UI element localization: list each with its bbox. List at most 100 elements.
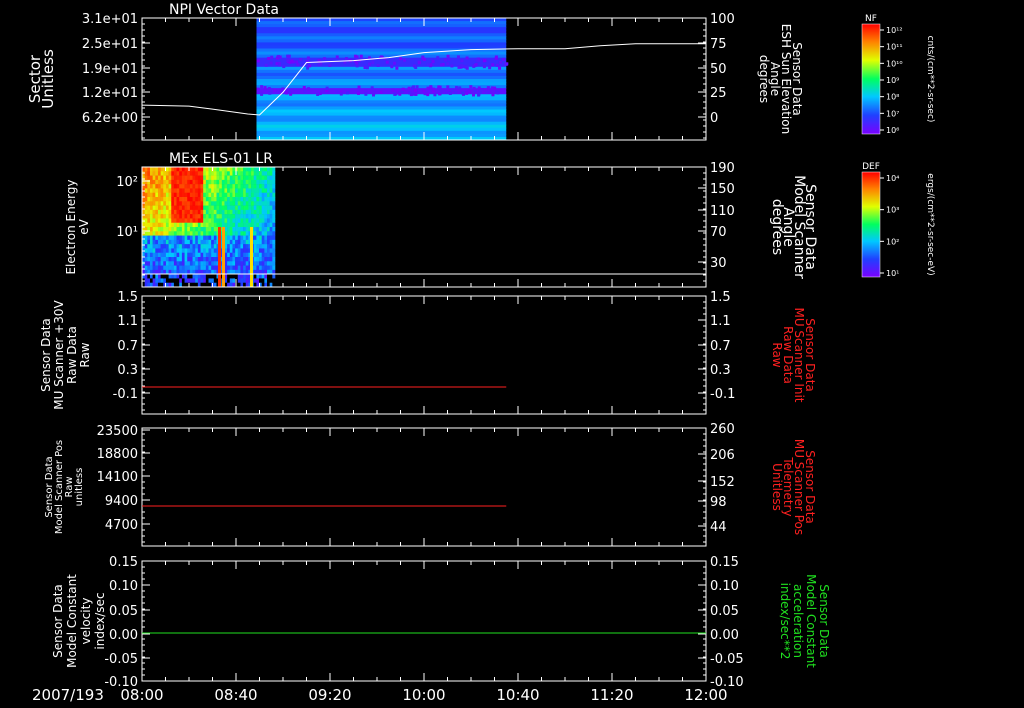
heat-cell [269,214,273,219]
heat-cell [149,244,153,249]
heat-cell [184,214,188,219]
heat-cell [155,205,159,211]
date-label: 2007/193 [32,686,104,704]
heat-cell [261,252,265,258]
heat-cell [179,201,183,206]
heat-cell [267,244,270,249]
heat-cell [147,205,151,211]
heat-cell [152,188,156,194]
heat-cell [152,214,156,219]
heat-cell [269,239,273,245]
heat-cell [189,235,193,241]
heat-cell [216,188,220,194]
heat-cell [200,167,204,172]
heat-cell [200,179,204,185]
heat-cell [269,61,273,65]
heat-cell [184,252,188,258]
heat-cell [272,265,276,271]
heat-cell [227,222,231,228]
heat-cell [211,274,215,279]
heat-cell [229,197,233,202]
heat-cell [152,257,156,262]
heat-cell [445,90,449,94]
heat-cell [498,60,502,64]
heat-cell [168,244,172,249]
heat-cell [144,235,148,241]
heat-cell [205,167,209,172]
heat-cell [269,257,273,262]
heat-cell [189,227,193,232]
heat-cell [213,197,217,202]
heat-cell [245,257,249,262]
heat-cell [248,171,252,176]
heat-cell [235,218,239,224]
heat-cell [205,188,209,194]
heat-cell [245,235,249,241]
heat-cell [176,184,180,189]
colorbar-tick-label: 10⁹ [886,76,899,85]
heat-cell [259,184,262,189]
heat-cell [195,179,199,185]
heat-cell [160,192,164,198]
heat-cell [157,175,161,181]
heat-band [256,100,507,104]
heat-cell [155,175,159,181]
y-axis-label: Unitless [39,49,57,109]
heat-cell [203,218,207,224]
heat-cell [240,175,244,181]
heat-cell [267,252,270,258]
heat-band [256,36,507,40]
heat-cell [173,257,177,262]
heat-cell [272,244,276,249]
heat-cell [192,192,196,198]
heat-cell [211,209,215,215]
heat-cell [155,235,159,241]
heat-cell [203,227,207,232]
heat-cell [155,192,159,198]
heat-cell [393,92,397,96]
y-tick-label: 0.15 [109,555,138,570]
heat-cell [184,239,188,245]
heat-cell [189,175,193,181]
heat-cell [163,261,167,266]
heat-cell [229,235,233,241]
heat-cell [155,231,159,236]
heat-cell [184,205,188,211]
heat-cell [203,209,207,215]
heat-cell [197,184,201,189]
colorbar-tick-label: 10³ [886,206,899,215]
heat-cell [240,188,244,194]
heat-cell [171,192,175,198]
heat-cell [157,171,161,176]
heat-cell [179,188,183,194]
heat-cell [149,235,153,241]
heat-cell [267,205,270,211]
heat-cell [165,261,169,266]
heat-cell [152,227,156,232]
heat-cell [157,231,161,236]
heat-cell [149,218,153,224]
y-right-tick-label: 44 [710,520,727,535]
heat-cell [248,188,252,194]
heat-cell [195,274,199,279]
heat-cell [267,278,270,284]
heat-cell [176,171,180,176]
heat-cell [157,184,161,189]
heat-cell [211,278,215,284]
heat-cell [200,197,204,202]
heat-cell [173,278,177,284]
heat-cell [171,222,175,228]
heat-cell [243,209,247,215]
heat-cell [173,235,177,241]
heat-cell [213,188,217,194]
heat-cell [157,257,161,262]
heat-cell [227,197,231,202]
heat-cell [171,214,175,219]
heat-cell [259,252,262,258]
heat-cell [219,222,223,228]
heat-cell [224,184,228,189]
heat-cell [173,167,177,172]
heat-cell [235,205,239,211]
heat-cell [173,205,177,211]
heat-band [256,45,507,49]
